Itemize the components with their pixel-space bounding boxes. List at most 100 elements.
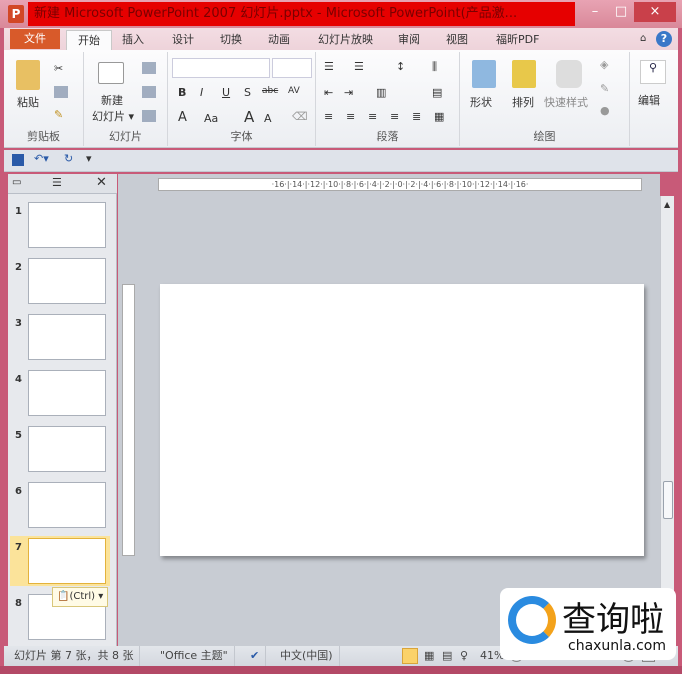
taskbar (0, 666, 682, 674)
slideshow-icon[interactable]: ♀ (460, 646, 468, 666)
align-text-icon[interactable]: ▤ (432, 86, 442, 99)
shadow-button[interactable]: S (244, 86, 251, 99)
font-name-select[interactable] (172, 58, 270, 78)
smartart-icon[interactable]: ▦ (434, 110, 444, 123)
slide-thumbnail[interactable] (28, 258, 106, 304)
find-binoculars-icon[interactable]: ⚲ (640, 60, 666, 84)
shrink-font-button[interactable]: A (264, 112, 272, 125)
char-spacing-button[interactable]: AV (288, 86, 300, 96)
section-icon[interactable] (142, 110, 156, 122)
new-slide-icon[interactable] (98, 62, 124, 84)
scrollbar-thumb[interactable] (663, 481, 673, 519)
quick-styles-button[interactable]: 快速样式 (544, 94, 588, 110)
clear-formatting-icon[interactable]: ⌫ (292, 110, 308, 123)
tab-file[interactable]: 文件 (10, 29, 60, 49)
increase-indent-icon[interactable]: ⇥ (344, 86, 353, 99)
drawing-group: 形状 排列 快速样式 ◈ ✎ ● 绘图 (460, 52, 630, 146)
underline-button[interactable]: U (222, 86, 230, 99)
minimize-button[interactable]: – (582, 2, 608, 22)
watermark-url: chaxunla.com (568, 638, 666, 654)
align-center-icon[interactable]: ≡ (346, 110, 355, 123)
tab-outline-icon[interactable]: ☰ (52, 176, 62, 189)
tab-insert[interactable]: 插入 (116, 30, 150, 50)
layout-icon[interactable] (142, 62, 156, 74)
scroll-up-icon[interactable]: ▲ (664, 200, 670, 209)
reading-view-icon[interactable]: ▤ (442, 646, 452, 666)
slide-thumbnail[interactable] (28, 482, 106, 528)
bullets-icon[interactable]: ☰ (324, 60, 334, 73)
shape-outline-icon[interactable]: ✎ (600, 82, 609, 95)
minimize-ribbon-icon[interactable]: ⌂ (640, 33, 646, 44)
distributed-icon[interactable]: ≣ (412, 110, 421, 123)
shape-effects-icon[interactable]: ● (600, 104, 610, 117)
slide-thumbnail[interactable] (28, 538, 106, 584)
undo-icon[interactable]: ↶▾ (34, 152, 49, 165)
editing-group: ⚲ 编辑 (630, 52, 676, 146)
format-painter-icon[interactable]: ✎ (54, 108, 63, 121)
quick-styles-icon[interactable] (556, 60, 582, 88)
powerpoint-app-icon[interactable]: P (8, 5, 24, 23)
slides-panel: ▭ ☰ ✕ 1 2 3 4 5 6 7 8 (8, 174, 117, 646)
font-size-select[interactable] (272, 58, 312, 78)
slide-thumbnail[interactable] (28, 426, 106, 472)
change-case-button[interactable]: Aa (204, 112, 218, 125)
slide-thumbnail[interactable] (28, 314, 106, 360)
justify-icon[interactable]: ≡ (390, 110, 399, 123)
align-right-icon[interactable]: ≡ (368, 110, 377, 123)
arrange-button[interactable]: 排列 (512, 94, 534, 110)
italic-button[interactable]: I (200, 86, 203, 99)
editing-button[interactable]: 编辑 (638, 92, 660, 108)
slide-thumbnail[interactable] (28, 370, 106, 416)
numbering-icon[interactable]: ☰ (354, 60, 364, 73)
text-direction-icon[interactable]: ⫼ (432, 60, 437, 74)
reset-icon[interactable] (142, 86, 156, 98)
strikethrough-button[interactable]: abc (262, 86, 278, 96)
vertical-scrollbar[interactable]: ▲ (660, 196, 674, 646)
align-left-icon[interactable]: ≡ (324, 110, 333, 123)
new-slide-button[interactable]: 新建 (92, 92, 132, 108)
help-icon[interactable]: ? (656, 31, 672, 47)
slide-number: 2 (15, 262, 22, 273)
copy-icon[interactable] (54, 86, 68, 98)
font-group: B I U S abc AV A Aa A A ⌫ 字体 (168, 52, 316, 146)
shape-fill-icon[interactable]: ◈ (600, 58, 608, 71)
slide-count-status: 幻灯片 第 7 张，共 8 张 (8, 646, 141, 666)
clipboard-label: 剪贴板 (27, 130, 60, 143)
slide-sorter-icon[interactable]: ▦ (424, 646, 434, 666)
spellcheck-icon[interactable]: ✔ (244, 646, 267, 666)
tab-transitions[interactable]: 切换 (214, 30, 248, 50)
redo-icon[interactable]: ↻ (64, 152, 73, 165)
watermark-logo: 查询啦 chaxunla.com (500, 588, 676, 660)
new-slide-dropdown[interactable]: 幻灯片 ▾ (86, 108, 140, 124)
tab-foxit-pdf[interactable]: 福昕PDF (490, 30, 545, 50)
columns-icon[interactable]: ▥ (376, 86, 386, 99)
bold-button[interactable]: B (178, 86, 186, 99)
arrange-icon[interactable] (512, 60, 536, 88)
font-color-button[interactable]: A (178, 110, 187, 125)
tab-design[interactable]: 设计 (166, 30, 200, 50)
decrease-indent-icon[interactable]: ⇤ (324, 86, 333, 99)
tab-home[interactable]: 开始 (66, 30, 112, 50)
tab-review[interactable]: 审阅 (392, 30, 426, 50)
shapes-icon[interactable] (472, 60, 496, 88)
tab-slides-icon[interactable]: ▭ (12, 177, 21, 188)
line-spacing-icon[interactable]: ↕ (396, 60, 405, 73)
tab-slideshow[interactable]: 幻灯片放映 (312, 30, 379, 50)
close-button[interactable]: × (634, 2, 676, 22)
normal-view-icon[interactable] (402, 648, 418, 664)
paste-button[interactable]: 粘贴 (10, 94, 46, 110)
slide-canvas[interactable] (160, 284, 644, 556)
save-icon[interactable] (12, 154, 24, 166)
paste-options-button[interactable]: 📋(Ctrl) ▾ (52, 587, 108, 607)
maximize-button[interactable]: □ (608, 2, 634, 22)
paste-icon[interactable] (16, 60, 40, 90)
customize-qat-icon[interactable]: ▾ (86, 152, 92, 165)
language-status[interactable]: 中文(中国) (274, 646, 340, 666)
grow-font-button[interactable]: A (244, 108, 254, 126)
shapes-button[interactable]: 形状 (470, 94, 492, 110)
tab-view[interactable]: 视图 (440, 30, 474, 50)
slide-thumbnail[interactable] (28, 202, 106, 248)
cut-icon[interactable]: ✂ (54, 62, 63, 75)
tab-animations[interactable]: 动画 (262, 30, 296, 50)
close-panel-icon[interactable]: ✕ (96, 175, 107, 190)
